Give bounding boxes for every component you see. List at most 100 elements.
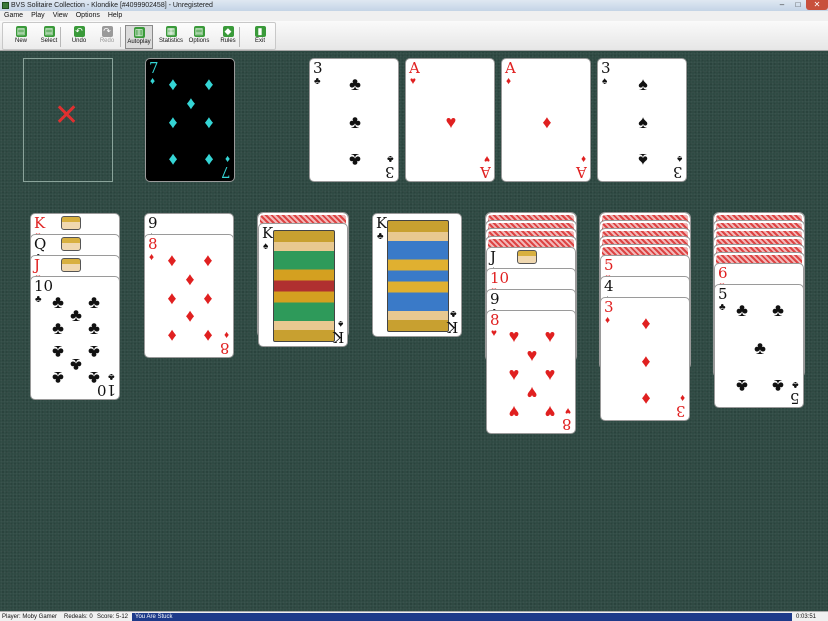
card-rank: 10 xyxy=(34,277,54,295)
card-pip-icon: ♥ xyxy=(508,402,520,422)
card-pip-icon: ♣ xyxy=(70,355,82,375)
card-pip-icon: ♦ xyxy=(203,250,213,270)
card-pip-icon: ♠ xyxy=(638,74,648,94)
select-icon: ▤ xyxy=(43,26,55,37)
toolbar-label: Rules xyxy=(220,38,236,44)
card-rank-corner: 5 xyxy=(790,389,800,407)
card-pip-icon: ♦ xyxy=(167,250,177,270)
undo-button[interactable]: ↶ Undo xyxy=(65,25,93,49)
card-pip-icon: ♣ xyxy=(88,342,100,362)
game-table: ✕ 7♦♦♦♦♦♦♦♦7♦3♣♣♣♣3♣A♥♥A♥A♦♦A♦3♠♠♠♠3♠K♥Q… xyxy=(0,52,828,611)
foundation-card[interactable]: A ♦ ♦ A ♦ xyxy=(501,58,591,182)
tableau-top-card[interactable]: K ♠ K ♠ xyxy=(258,223,348,347)
tableau-top-card[interactable]: 8 ♥ ♥ ♥ ♥ ♥ ♥ ♥ ♥ ♥ 8 ♥ xyxy=(486,310,576,434)
tableau-top-card[interactable]: 8 ♦ ♦ ♦ ♦ ♦ ♦ ♦ ♦ ♦ 8 ♦ xyxy=(144,234,234,358)
card-pip-icon: ♣ xyxy=(349,74,361,94)
menu-view[interactable]: View xyxy=(53,11,68,21)
toolbar-label: Redo xyxy=(99,38,115,44)
tableau-top-card[interactable]: 3 ♦ ♦ ♦ ♦ 3 ♦ xyxy=(600,297,690,421)
card-suit-corner-icon: ♥ xyxy=(484,153,490,164)
card-pip-icon: ♣ xyxy=(88,318,100,338)
card-pip-icon: ♥ xyxy=(544,402,556,422)
card-pip-icon: ♣ xyxy=(52,368,64,388)
toolbar-label: Autoplay xyxy=(127,39,151,45)
select-button[interactable]: ▤ Select xyxy=(35,25,63,49)
status-bar: Player: Moby Gamer Redeals: 0 Score: 5-1… xyxy=(0,611,828,621)
maximize-button[interactable]: □ xyxy=(790,0,806,10)
card-pip-icon: ♦ xyxy=(204,74,214,94)
card-pip-icon: ♦ xyxy=(168,150,178,170)
card-suit-corner-icon: ♦ xyxy=(679,392,685,403)
redo-icon: ↷ xyxy=(101,26,113,37)
exit-icon: ▮ xyxy=(254,26,266,37)
card-pip-icon: ♣ xyxy=(70,305,82,325)
autoplay-icon: ▥ xyxy=(133,27,145,38)
undo-icon: ↶ xyxy=(73,26,85,37)
foundation-card[interactable]: A ♥ ♥ A ♥ xyxy=(405,58,495,182)
card-pip-icon: ♦ xyxy=(203,326,213,346)
close-button[interactable]: ✕ xyxy=(806,0,828,10)
stock-pile-empty[interactable]: ✕ xyxy=(23,58,113,182)
foundation-card[interactable]: 3 ♣ ♣ ♣ ♣ 3 ♣ xyxy=(309,58,399,182)
card-suit-icon: ♣ xyxy=(314,76,321,87)
toolbar-label: Select xyxy=(40,38,58,44)
card-rank-corner: K xyxy=(332,328,344,346)
options-button[interactable]: ▤ Options xyxy=(185,25,213,49)
card-suit-icon: ♦ xyxy=(605,315,611,326)
face-card-art xyxy=(61,237,81,251)
card-rank: 9 xyxy=(490,290,500,308)
waste-card[interactable]: 7 ♦ ♦ ♦ ♦ ♦ ♦ ♦ ♦ 7 ♦ xyxy=(145,58,235,182)
status-player: Player: Moby Gamer xyxy=(2,614,58,620)
tableau-top-card[interactable]: K ♣ K ♣ xyxy=(372,213,462,337)
card-pip-icon: ♦ xyxy=(186,93,196,113)
card-pip-icon: ♥ xyxy=(526,383,538,403)
new-button[interactable]: ▤ New xyxy=(7,25,35,49)
card-rank: J xyxy=(490,248,497,266)
card-rank: 6 xyxy=(718,264,728,282)
card-rank: A xyxy=(505,59,516,77)
autoplay-button[interactable]: ▥ Autoplay xyxy=(125,25,153,49)
card-pip-icon: ♦ xyxy=(185,269,195,289)
card-rank: 8 xyxy=(490,311,500,329)
foundation-card[interactable]: 3 ♠ ♠ ♠ ♠ 3 ♠ xyxy=(597,58,687,182)
exit-button[interactable]: ▮ Exit xyxy=(246,25,274,49)
card-pip-icon: ♣ xyxy=(349,150,361,170)
toolbar-label: Options xyxy=(188,38,210,44)
card-rank: 7 xyxy=(149,59,159,77)
minimize-button[interactable]: – xyxy=(774,0,790,10)
card-pip-icon: ♥ xyxy=(526,345,538,365)
redo-button[interactable]: ↷ Redo xyxy=(93,25,121,49)
statistics-button[interactable]: ▦ Statistics xyxy=(157,25,185,49)
card-rank: 8 xyxy=(148,235,158,253)
card-rank-corner: 3 xyxy=(676,402,686,420)
card-suit-icon: ♠ xyxy=(263,241,269,252)
menu-play[interactable]: Play xyxy=(31,11,45,21)
options-icon: ▤ xyxy=(193,26,205,37)
status-score: Score: 5-12 xyxy=(97,614,129,620)
redeal-x-icon[interactable]: ✕ xyxy=(54,101,79,131)
card-suit-icon: ♠ xyxy=(602,76,608,87)
menu-game[interactable]: Game xyxy=(4,11,23,21)
tableau-top-card[interactable]: 5 ♣ ♣ ♣ ♣ ♣ ♣ 5 ♣ xyxy=(714,284,804,408)
tableau-top-card[interactable]: 10 ♣ ♣ ♣ ♣ ♣ ♣ ♣ ♣ ♣ ♣ ♣ 10 ♣ xyxy=(30,276,120,400)
face-card-art xyxy=(273,230,335,342)
menu-help[interactable]: Help xyxy=(108,11,122,21)
card-pip-icon: ♦ xyxy=(204,150,214,170)
menu-options[interactable]: Options xyxy=(76,11,100,21)
card-suit-icon: ♥ xyxy=(410,76,416,87)
statistics-icon: ▦ xyxy=(165,26,177,37)
card-pip-icon: ♣ xyxy=(736,376,748,396)
rules-button[interactable]: ◆ Rules xyxy=(214,25,242,49)
card-suit-icon: ♦ xyxy=(506,76,512,87)
card-suit-corner-icon: ♠ xyxy=(337,318,343,329)
card-pip-icon: ♣ xyxy=(772,376,784,396)
card-suit-icon: ♣ xyxy=(377,231,384,242)
card-rank-corner: A xyxy=(576,163,587,181)
card-rank: 3 xyxy=(601,59,611,77)
card-pip-icon: ♦ xyxy=(641,389,651,409)
card-pip-icon: ♦ xyxy=(641,313,651,333)
card-pip-icon: ♠ xyxy=(638,112,648,132)
card-pip-icon: ♥ xyxy=(508,326,520,346)
card-rank: 5 xyxy=(604,256,614,274)
status-redeals: Redeals: 0 xyxy=(64,614,93,620)
